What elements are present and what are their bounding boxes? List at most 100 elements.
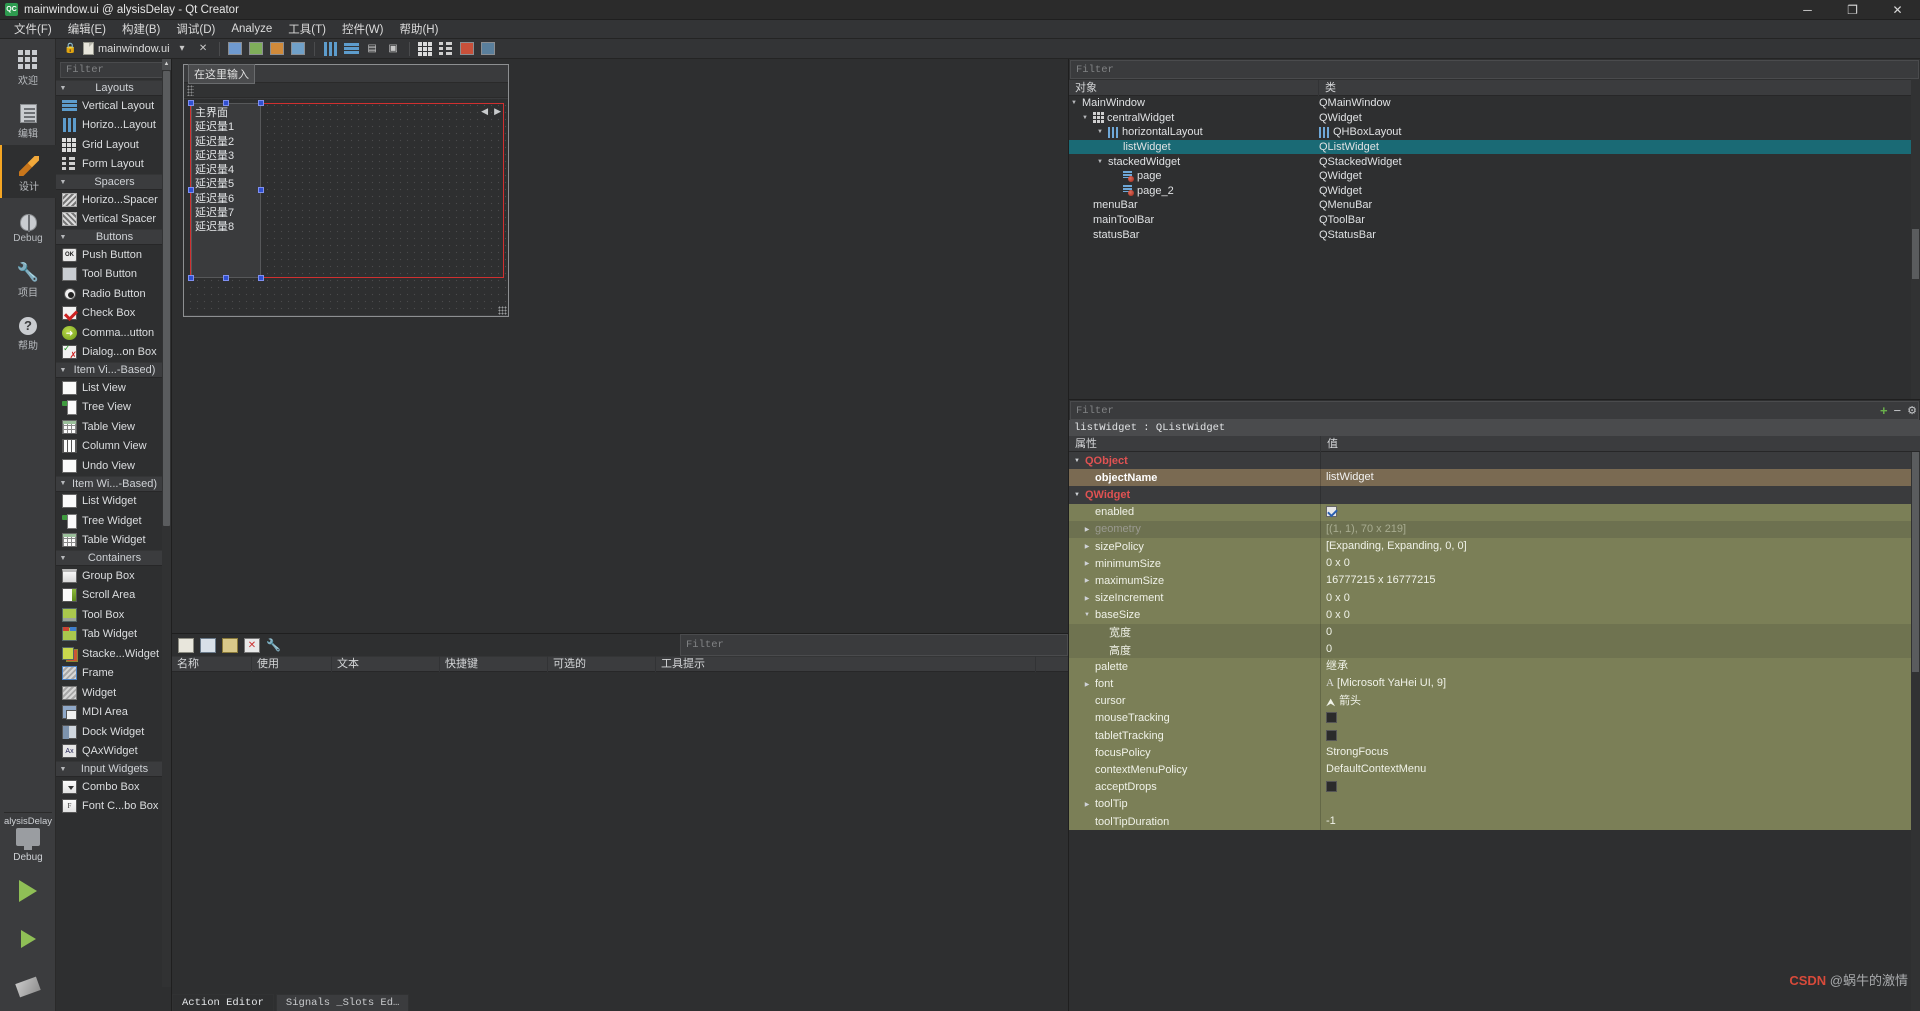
action-column-可选的[interactable]: 可选的 — [548, 656, 656, 672]
action-column-工具提示[interactable]: 工具提示 — [656, 656, 1036, 672]
selection-handle[interactable] — [223, 275, 229, 281]
layout-horizontally-icon[interactable] — [322, 41, 339, 57]
property-value-cell[interactable]: 16777215 x 16777215 — [1321, 572, 1920, 589]
widget-item-Horizo...Spacer[interactable]: Horizo...Spacer — [56, 190, 171, 210]
object-inspector-filter-input[interactable]: Filter — [1070, 60, 1919, 79]
property-row-maximumSize[interactable]: ▶ maximumSize 16777215 x 16777215 — [1069, 572, 1920, 590]
object-row-MainWindow[interactable]: ▼ MainWindow QMainWindow — [1069, 96, 1920, 111]
widget-item-Tree Widget[interactable]: Tree Widget — [56, 511, 171, 531]
property-value[interactable]: DefaultContextMenu — [1326, 763, 1426, 775]
property-value-cell[interactable]: ⮝ 箭头 — [1321, 693, 1920, 710]
form-list-item-7[interactable]: 延迟量7 — [195, 206, 260, 220]
widget-item-Dock Widget[interactable]: Dock Widget — [56, 722, 171, 742]
stack-next-icon[interactable]: ▶ — [494, 106, 501, 117]
object-row-listWidget[interactable]: listWidget QListWidget — [1069, 139, 1920, 155]
widget-item-Vertical Layout[interactable]: Vertical Layout — [56, 96, 171, 116]
layout-vertically-icon[interactable] — [343, 41, 360, 57]
widget-item-Comma...utton[interactable]: ➜ Comma...utton — [56, 323, 171, 343]
property-value-cell[interactable]: 继承 — [1321, 658, 1920, 675]
widget-category-Item Vi...-Based)[interactable]: ▼ Item Vi...-Based) — [56, 362, 171, 378]
widget-item-Font C...bo Box[interactable]: F Font C...bo Box — [56, 797, 171, 817]
scrollbar-thumb[interactable] — [163, 71, 170, 526]
layout-grid-icon[interactable] — [417, 41, 434, 57]
property-value-cell[interactable] — [1321, 710, 1920, 727]
property-row-objectName[interactable]: objectName listWidget — [1069, 469, 1920, 487]
mode-button-项目[interactable]: 🔧 项目 — [0, 251, 56, 304]
widget-item-Table Widget[interactable]: Table Widget — [56, 531, 171, 551]
chevron-down-icon[interactable]: ▼ — [1081, 612, 1093, 618]
open-document-selector[interactable]: mainwindow.ui — [83, 42, 170, 55]
property-list[interactable]: ▼ QObject objectName listWidget ▼ QWidget enab… — [1069, 452, 1920, 831]
property-row-sizePolicy[interactable]: ▶ sizePolicy [Expanding, Expanding, 0, 0] — [1069, 537, 1920, 556]
menu-item-2[interactable]: 构建(B) — [114, 19, 168, 39]
property-value[interactable]: listWidget — [1326, 471, 1374, 483]
property-row-宽度[interactable]: 宽度 0 — [1069, 623, 1920, 642]
widget-item-Check Box[interactable]: Check Box — [56, 304, 171, 324]
property-value-cell[interactable]: [(1, 1), 70 x 219] — [1321, 521, 1920, 538]
property-value-cell[interactable] — [1321, 779, 1920, 796]
property-row-focusPolicy[interactable]: focusPolicy StrongFocus — [1069, 744, 1920, 762]
configure-icon[interactable]: ⚙ — [1907, 404, 1917, 417]
property-value-cell[interactable]: 0 — [1321, 624, 1920, 641]
close-button[interactable]: ✕ — [1875, 0, 1920, 20]
form-menu-bar[interactable]: 在这里输入 — [184, 63, 508, 84]
property-value-cell[interactable]: 0 x 0 — [1321, 607, 1920, 624]
menu-item-7[interactable]: 帮助(H) — [391, 19, 446, 39]
layout-splitter-v-icon[interactable]: ▣ — [385, 41, 402, 57]
form-list-item-1[interactable]: 延迟量1 — [195, 120, 260, 134]
widget-item-MDI Area[interactable]: MDI Area — [56, 703, 171, 723]
action-column-快捷键[interactable]: 快捷键 — [440, 656, 548, 672]
selection-handle[interactable] — [258, 100, 264, 106]
property-row-tabletTracking[interactable]: tabletTracking — [1069, 727, 1920, 745]
chevron-down-icon[interactable]: ▼ — [1069, 100, 1079, 106]
scrollbar-thumb[interactable] — [1912, 229, 1919, 279]
bottom-tab-0[interactable]: Action Editor — [172, 994, 274, 1011]
widget-item-Tree View[interactable]: Tree View — [56, 398, 171, 418]
selection-handle[interactable] — [188, 100, 194, 106]
menu-type-here[interactable]: 在这里输入 — [188, 63, 255, 84]
kit-selector-button[interactable]: Debug — [0, 828, 56, 867]
adjust-size-icon[interactable] — [480, 41, 497, 57]
property-value[interactable]: 16777215 x 16777215 — [1326, 574, 1436, 586]
copy-icon[interactable] — [200, 637, 216, 653]
object-row-stackedWidget[interactable]: ▼ stackedWidget QStackedWidget — [1069, 154, 1920, 169]
property-value-cell[interactable]: 0 x 0 — [1321, 590, 1920, 607]
widget-category-Layouts[interactable]: ▼ Layouts — [56, 80, 171, 96]
widget-item-Vertical Spacer[interactable]: Vertical Spacer — [56, 210, 171, 230]
bottom-tab-1[interactable]: Signals _Slots Ed… — [275, 994, 410, 1011]
property-value[interactable]: [(1, 1), 70 x 219] — [1326, 523, 1406, 535]
debug-button[interactable] — [0, 915, 56, 963]
property-value-cell[interactable]: -1 — [1321, 813, 1920, 830]
property-value[interactable]: 0 x 0 — [1326, 592, 1350, 604]
layout-form-icon[interactable] — [438, 41, 455, 57]
property-value[interactable]: StrongFocus — [1326, 746, 1388, 758]
chevron-down-icon[interactable]: ▼ — [1095, 159, 1105, 165]
property-row-sizeIncrement[interactable]: ▶ sizeIncrement 0 x 0 — [1069, 589, 1920, 607]
widget-item-Tool Button[interactable]: Tool Button — [56, 265, 171, 285]
widget-item-Dialog...on Box[interactable]: Dialog...on Box — [56, 343, 171, 363]
property-row-baseSize[interactable]: ▼ baseSize 0 x 0 — [1069, 606, 1920, 624]
widget-item-Frame[interactable]: Frame — [56, 664, 171, 684]
chevron-down-icon[interactable]: ▼ — [1071, 492, 1083, 498]
property-row-toolTipDuration[interactable]: toolTipDuration -1 — [1069, 812, 1920, 831]
property-editor-filter-input[interactable]: Filter — [1070, 401, 1919, 420]
action-editor-filter-input[interactable]: Filter — [680, 634, 1068, 656]
widget-item-Push Button[interactable]: OK Push Button — [56, 245, 171, 265]
break-layout-icon[interactable] — [459, 41, 476, 57]
menu-item-6[interactable]: 控件(W) — [334, 19, 392, 39]
chevron-right-icon[interactable]: ▶ — [1081, 595, 1093, 602]
widget-item-Table View[interactable]: Table View — [56, 417, 171, 437]
widget-category-Containers[interactable]: ▼ Containers — [56, 550, 171, 566]
property-row-acceptDrops[interactable]: acceptDrops — [1069, 778, 1920, 796]
form-list-item-0[interactable]: 主界面 — [195, 106, 260, 120]
form-editor-canvas[interactable]: 在这里输入 主界面 延迟量1 延迟量2 延迟量3 延迟量4 延迟量5 延迟量6 延迟量7 延迟量… — [172, 59, 1068, 633]
edit-widgets-icon[interactable] — [227, 41, 244, 57]
edit-tab-order-icon[interactable] — [290, 41, 307, 57]
property-value[interactable]: -1 — [1326, 815, 1336, 827]
scrollbar-thumb[interactable] — [1912, 452, 1919, 672]
property-value-cell[interactable]: DefaultContextMenu — [1321, 761, 1920, 778]
widget-item-List Widget[interactable]: List Widget — [56, 492, 171, 512]
checkbox-checked-icon[interactable] — [1326, 506, 1337, 518]
property-row-palette[interactable]: palette 继承 — [1069, 658, 1920, 676]
form-central-widget[interactable]: 主界面 延迟量1 延迟量2 延迟量3 延迟量4 延迟量5 延迟量6 延迟量7 延迟量8 ◀ ▶ — [184, 99, 508, 315]
